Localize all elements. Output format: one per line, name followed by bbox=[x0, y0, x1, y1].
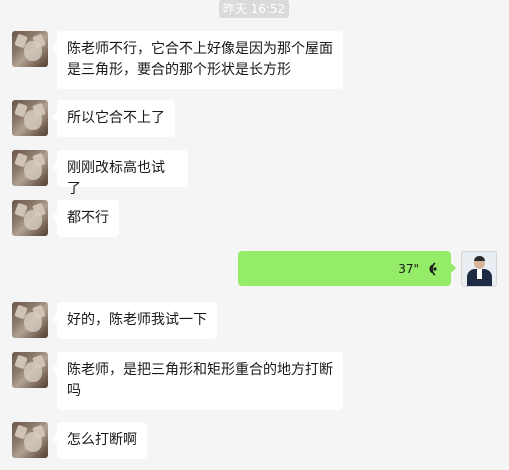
message-row: 所以它合不上了 bbox=[0, 100, 509, 140]
voice-duration: 37" bbox=[398, 262, 419, 276]
message-row: 怎么打断啊 bbox=[0, 422, 509, 462]
message-text: 怎么打断啊 bbox=[67, 432, 137, 448]
contact-avatar[interactable] bbox=[12, 150, 48, 186]
contact-avatar[interactable] bbox=[12, 100, 48, 136]
message-bubble[interactable]: 陈老师不行，它合不上好像是因为那个屋面是三角形，要合的那个形状是长方形 bbox=[52, 31, 343, 89]
message-text: 陈老师不行，它合不上好像是因为那个屋面是三角形，要合的那个形状是长方形 bbox=[67, 41, 333, 78]
message-bubble[interactable]: 怎么打断啊 bbox=[52, 422, 147, 459]
contact-avatar[interactable] bbox=[12, 302, 48, 338]
message-bubble[interactable]: 都不行 bbox=[52, 200, 119, 237]
message-row: 刚刚改标高也试了 bbox=[0, 150, 509, 197]
message-row: 陈老师，是把三角形和矩形重合的地方打断吗 bbox=[0, 352, 509, 410]
message-row: 37" bbox=[0, 251, 509, 291]
chat-timestamp: 昨天 16:52 bbox=[219, 0, 289, 18]
contact-avatar[interactable] bbox=[12, 200, 48, 236]
message-text: 好的，陈老师我试一下 bbox=[67, 312, 207, 328]
message-bubble[interactable]: 所以它合不上了 bbox=[52, 100, 175, 137]
message-bubble[interactable]: 好的，陈老师我试一下 bbox=[52, 302, 217, 339]
message-bubble[interactable]: 刚刚改标高也试了 bbox=[52, 150, 188, 197]
message-row: 好的，陈老师我试一下 bbox=[0, 302, 509, 342]
message-text: 所以它合不上了 bbox=[67, 110, 165, 126]
contact-avatar[interactable] bbox=[12, 31, 48, 67]
message-bubble[interactable]: 陈老师，是把三角形和矩形重合的地方打断吗 bbox=[52, 352, 343, 410]
message-text: 陈老师，是把三角形和矩形重合的地方打断吗 bbox=[67, 362, 333, 399]
message-row: 陈老师不行，它合不上好像是因为那个屋面是三角形，要合的那个形状是长方形 bbox=[0, 31, 509, 89]
message-row: 都不行 bbox=[0, 200, 509, 240]
message-text: 刚刚改标高也试了 bbox=[67, 160, 165, 197]
self-avatar[interactable] bbox=[461, 251, 497, 287]
contact-avatar[interactable] bbox=[12, 352, 48, 388]
voice-wave-icon bbox=[429, 262, 437, 276]
message-text: 都不行 bbox=[67, 210, 109, 226]
contact-avatar[interactable] bbox=[12, 422, 48, 458]
voice-message-bubble[interactable]: 37" bbox=[238, 251, 456, 286]
